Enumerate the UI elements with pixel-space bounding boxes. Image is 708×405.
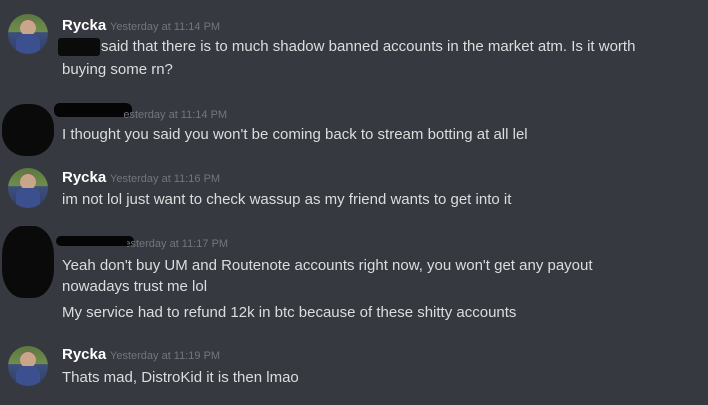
message-timestamp: Yesterday at 11:16 PM (110, 173, 221, 185)
message-text: Yeah don't buy UM and Routenote accounts… (62, 257, 593, 274)
redacted-author-name (54, 103, 132, 117)
author-name[interactable]: Rycka (62, 17, 106, 34)
avatar[interactable] (2, 226, 54, 298)
message-text: I thought you said you won't be coming b… (62, 126, 528, 143)
author-name[interactable]: Rycka (62, 346, 106, 363)
redacted-author-name (56, 236, 134, 246)
message-text: buying some rn? (62, 61, 173, 78)
message-text: said that there is to much shadow banned… (101, 38, 636, 55)
message-timestamp-text: Yesterday at 11:14 PM (124, 109, 228, 121)
message-timestamp: Yesterday at 11:14 PM (124, 109, 234, 121)
message-text: im not lol just want to check wassup as … (62, 191, 512, 208)
message-text: nowadays trust me lol (62, 278, 208, 295)
avatar[interactable] (8, 346, 48, 386)
avatar-shirt (16, 34, 40, 54)
message-timestamp: Yesterday at 11:14 PM (110, 21, 221, 33)
message-timestamp-text: Yesterday at 11:17 PM (127, 238, 229, 250)
avatar[interactable] (8, 14, 48, 54)
message-timestamp: Yesterday at 11:19 PM (110, 350, 221, 362)
avatar[interactable] (2, 104, 54, 156)
avatar-shirt (16, 188, 40, 208)
avatar[interactable] (8, 168, 48, 208)
author-name[interactable]: Rycka (62, 169, 106, 186)
redacted-mention (58, 38, 100, 56)
avatar-shirt (16, 366, 40, 386)
message-timestamp: Yesterday at 11:17 PM (127, 238, 237, 250)
message-text: Thats mad, DistroKid it is then lmao (62, 369, 299, 386)
message-text: My service had to refund 12k in btc beca… (62, 304, 517, 321)
